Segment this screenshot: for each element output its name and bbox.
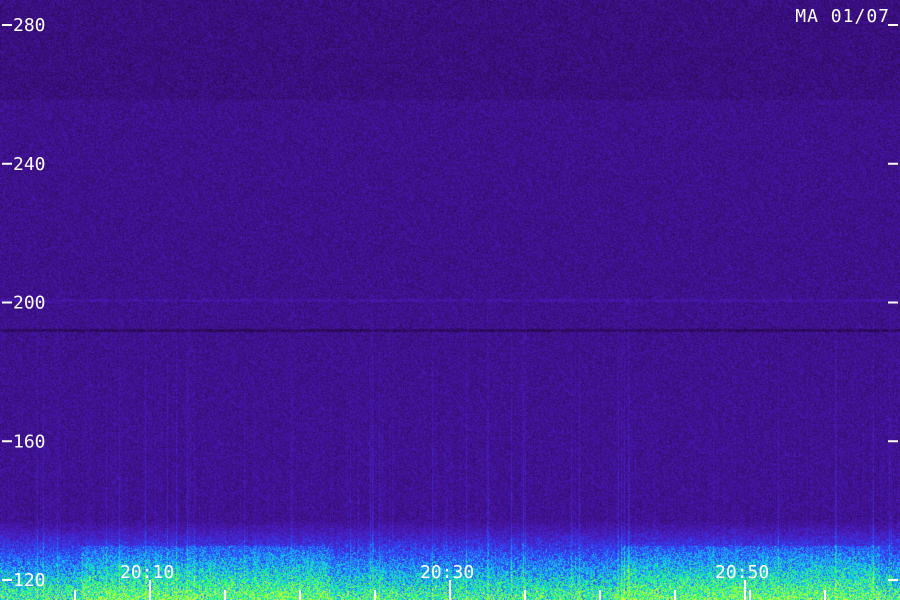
y-tick-label: 160 (13, 431, 46, 452)
x-axis-ticks: 20:10 20:30 20:50 (74, 562, 826, 600)
spectrogram-chart: 280 240 200 160 120 20:10 20:30 20:50 (2, 15, 898, 600)
x-tick-label: 20:50 (715, 562, 769, 583)
station-date-label: MA 01/07 (795, 6, 890, 27)
x-tick-label: 20:30 (420, 562, 474, 583)
y-tick-label: 240 (13, 154, 46, 175)
y-tick-label: 200 (13, 293, 46, 314)
y-tick-label: 120 (13, 570, 46, 591)
y-tick-label: 280 (13, 15, 46, 36)
y-axis-ticks: 280 240 200 160 120 (2, 15, 898, 591)
x-tick-label: 20:10 (120, 562, 174, 583)
